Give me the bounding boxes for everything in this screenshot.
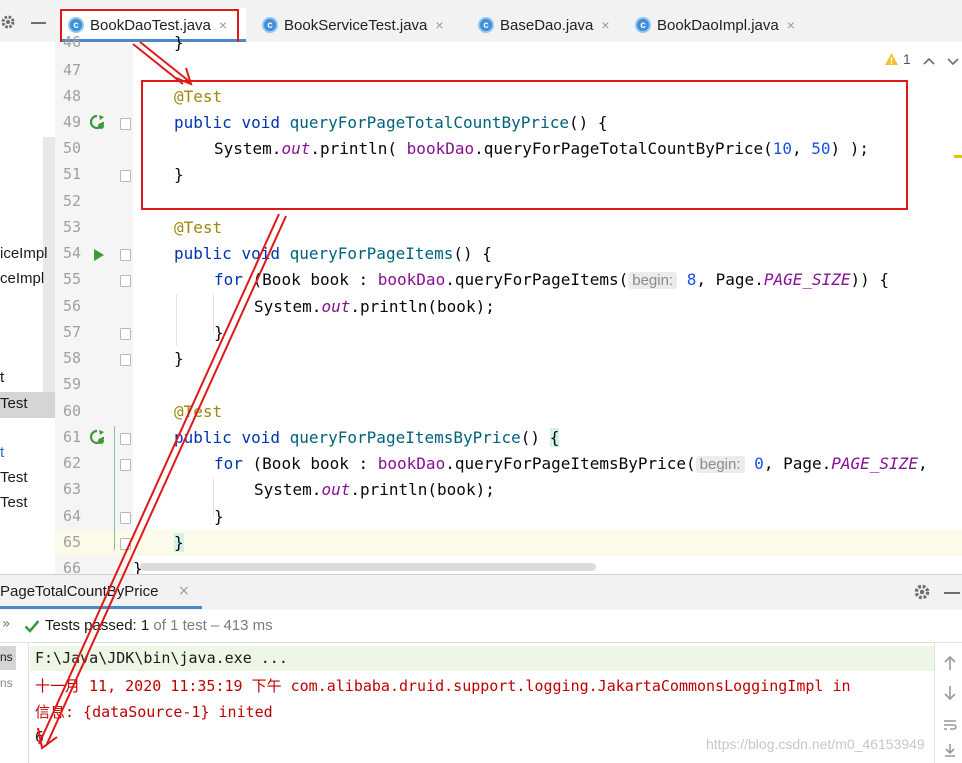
annotation-arrows xyxy=(37,41,287,750)
arrow-head xyxy=(37,727,58,750)
arrow-tab-to-method xyxy=(139,41,191,83)
arrow-method-to-output-double xyxy=(38,213,280,745)
arrow-tab-to-method-double xyxy=(132,43,184,85)
arrow-method-to-output xyxy=(45,215,287,747)
